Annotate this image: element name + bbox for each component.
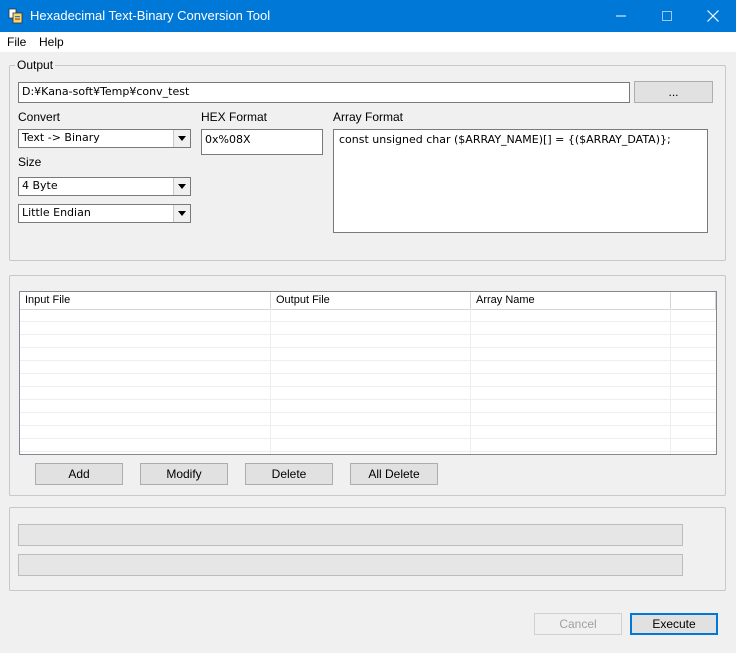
table-row[interactable] <box>20 400 716 413</box>
minimize-button[interactable] <box>598 0 644 32</box>
app-icon <box>8 8 23 24</box>
column-array-name[interactable]: Array Name <box>471 292 671 309</box>
size-select[interactable]: 4 Byte <box>18 177 191 196</box>
hex-format-input[interactable]: 0x%08X <box>201 129 323 155</box>
array-format-textarea[interactable]: const unsigned char ($ARRAY_NAME)[] = {(… <box>333 129 708 233</box>
table-row[interactable] <box>20 348 716 361</box>
endian-select[interactable]: Little Endian <box>18 204 191 223</box>
table-row[interactable] <box>20 413 716 426</box>
chevron-down-icon <box>173 178 190 195</box>
chevron-down-icon <box>173 205 190 222</box>
progress-bar-1 <box>18 524 683 546</box>
convert-label: Convert <box>18 110 61 124</box>
table-row[interactable] <box>20 426 716 439</box>
execute-button[interactable]: Execute <box>630 613 718 635</box>
close-button[interactable] <box>690 0 736 32</box>
maximize-icon <box>662 11 672 21</box>
title-bar[interactable]: Hexadecimal Text-Binary Conversion Tool <box>0 0 736 32</box>
table-row[interactable] <box>20 374 716 387</box>
file-list-view[interactable]: Input File Output File Array Name <box>19 291 717 455</box>
cancel-button[interactable]: Cancel <box>534 613 622 635</box>
menu-bar: File Help <box>0 32 736 52</box>
table-row[interactable] <box>20 439 716 452</box>
maximize-button[interactable] <box>644 0 690 32</box>
column-divider <box>670 309 671 454</box>
progress-bar-2 <box>18 554 683 576</box>
convert-select-value: Text -> Binary <box>22 131 100 144</box>
table-row[interactable] <box>20 387 716 400</box>
window-title: Hexadecimal Text-Binary Conversion Tool <box>30 8 271 23</box>
size-select-value: 4 Byte <box>22 179 58 192</box>
array-format-label: Array Format <box>333 110 404 124</box>
table-row[interactable] <box>20 361 716 374</box>
file-list-header: Input File Output File Array Name <box>20 292 716 310</box>
close-icon <box>707 10 719 22</box>
output-legend: Output <box>15 58 56 72</box>
browse-button[interactable]: ... <box>634 81 713 103</box>
menu-file[interactable]: File <box>7 34 26 50</box>
output-path-input[interactable]: D:¥Kana-soft¥Temp¥conv_test <box>18 82 630 103</box>
column-divider <box>270 309 271 454</box>
column-divider <box>470 309 471 454</box>
column-input-file[interactable]: Input File <box>20 292 271 309</box>
minimize-icon <box>616 15 626 17</box>
table-row[interactable] <box>20 322 716 335</box>
table-row[interactable] <box>20 309 716 322</box>
all-delete-button[interactable]: All Delete <box>350 463 438 485</box>
column-filler[interactable] <box>671 292 716 309</box>
modify-button[interactable]: Modify <box>140 463 228 485</box>
add-button[interactable]: Add <box>35 463 123 485</box>
chevron-down-icon <box>173 130 190 147</box>
convert-select[interactable]: Text -> Binary <box>18 129 191 148</box>
table-row[interactable] <box>20 335 716 348</box>
menu-help[interactable]: Help <box>39 34 64 50</box>
delete-button[interactable]: Delete <box>245 463 333 485</box>
progress-group <box>9 507 726 591</box>
size-label: Size <box>18 155 42 169</box>
endian-select-value: Little Endian <box>22 206 91 219</box>
column-output-file[interactable]: Output File <box>271 292 471 309</box>
hex-format-label: HEX Format <box>201 110 268 124</box>
